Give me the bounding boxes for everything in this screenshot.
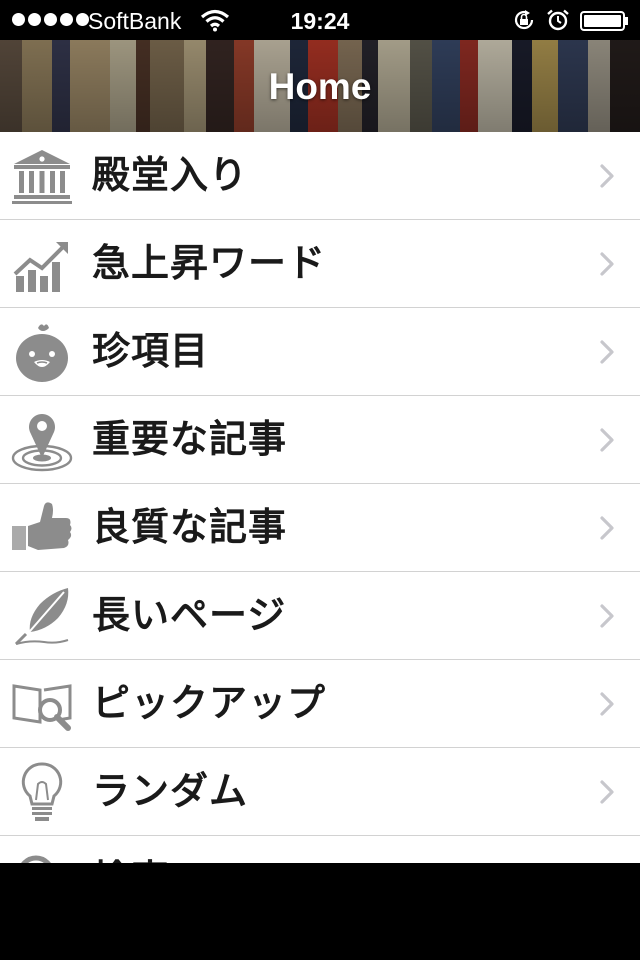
menu-item-label: ランダム bbox=[92, 769, 249, 813]
menu-item-random[interactable]: ランダム bbox=[0, 748, 640, 836]
chevron-right-icon bbox=[600, 164, 614, 188]
menu-item-label: 検索 bbox=[92, 836, 170, 863]
screen-bottom-area bbox=[0, 863, 640, 960]
menu-item-label: 重要な記事 bbox=[92, 417, 288, 461]
search-icon bbox=[10, 848, 74, 863]
chevron-right-icon bbox=[600, 604, 614, 628]
clock-time: 19:24 bbox=[290, 8, 350, 34]
rotation-lock-icon bbox=[512, 9, 536, 37]
chevron-right-icon bbox=[600, 252, 614, 276]
menu-item-label: 長いページ bbox=[92, 593, 287, 637]
lightbulb-icon bbox=[10, 760, 74, 824]
book-magnifier-icon bbox=[10, 672, 74, 736]
menu-item-quality-articles[interactable]: 良質な記事 bbox=[0, 484, 640, 572]
thumbs-up-icon bbox=[10, 496, 74, 560]
menu-item-label: 珍項目 bbox=[92, 329, 210, 373]
chevron-right-icon bbox=[600, 516, 614, 540]
menu-item-label: 殿堂入り bbox=[92, 153, 249, 197]
menu-item-search[interactable]: 検索 bbox=[0, 836, 640, 863]
trending-chart-icon bbox=[10, 232, 74, 296]
menu-item-label: 急上昇ワード bbox=[92, 241, 327, 285]
hall-of-fame-icon bbox=[10, 144, 74, 208]
battery-icon bbox=[580, 11, 628, 31]
status-bar: SoftBank 19:24 bbox=[0, 0, 640, 40]
nav-title: Home bbox=[268, 66, 372, 107]
menu-item-label: ピックアップ bbox=[92, 681, 327, 725]
chevron-right-icon bbox=[600, 340, 614, 364]
menu-item-long-pages[interactable]: 長いページ bbox=[0, 572, 640, 660]
alarm-icon bbox=[546, 9, 570, 37]
menu-item-trending-words[interactable]: 急上昇ワード bbox=[0, 220, 640, 308]
menu-item-label: 良質な記事 bbox=[92, 505, 288, 549]
chick-icon bbox=[10, 320, 74, 384]
navigation-bar: Home bbox=[0, 40, 640, 132]
home-menu-list: 殿堂入り 急上昇ワード 珍項目 重要な記事 良質な記事 長いページ ピックアップ… bbox=[0, 132, 640, 863]
menu-item-pickup[interactable]: ピックアップ bbox=[0, 660, 640, 748]
menu-item-odd-entries[interactable]: 珍項目 bbox=[0, 308, 640, 396]
chevron-right-icon bbox=[600, 692, 614, 716]
chevron-right-icon bbox=[600, 780, 614, 804]
menu-item-important-articles[interactable]: 重要な記事 bbox=[0, 396, 640, 484]
quill-icon bbox=[10, 584, 74, 648]
chevron-right-icon bbox=[600, 428, 614, 452]
menu-item-hall-of-fame[interactable]: 殿堂入り bbox=[0, 132, 640, 220]
location-pin-icon bbox=[10, 408, 74, 472]
